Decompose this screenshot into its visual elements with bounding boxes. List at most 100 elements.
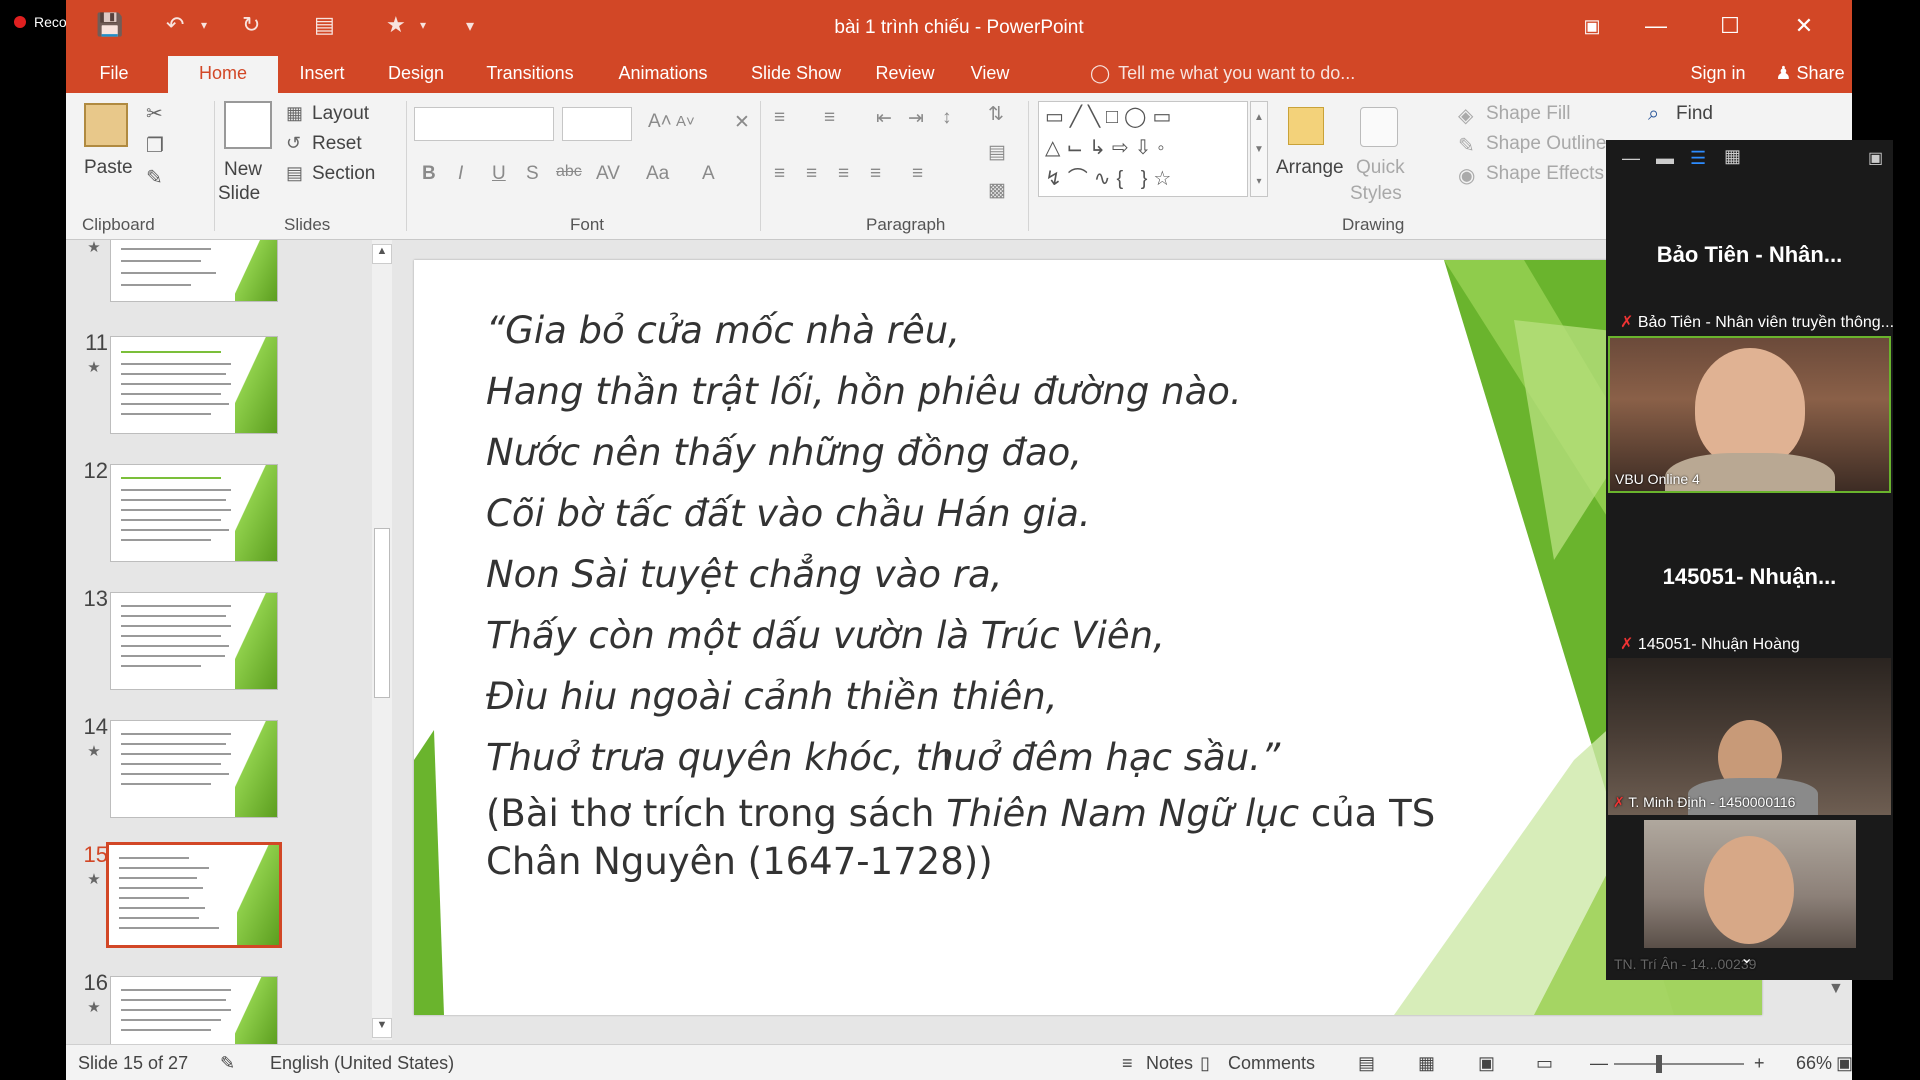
zoom-slider[interactable]	[1614, 1063, 1744, 1065]
new-slide-label-1[interactable]: New	[224, 159, 262, 181]
slide-show-icon[interactable]: ▭	[1536, 1053, 1553, 1074]
sign-in-link[interactable]: Sign in	[1678, 56, 1758, 93]
grow-font-icon[interactable]: A˄	[648, 111, 672, 133]
tab-design[interactable]: Design	[366, 56, 466, 93]
notes-button[interactable]: Notes	[1146, 1053, 1193, 1074]
fit-slide-icon[interactable]: ▣	[1836, 1053, 1852, 1074]
slide-thumbnail-15[interactable]	[106, 842, 282, 948]
speaker-view-icon[interactable]: ☰	[1690, 148, 1706, 169]
text-direction-icon[interactable]: ⇅	[988, 103, 1004, 126]
gallery-view-icon[interactable]: ▦	[1724, 146, 1741, 167]
reset-button[interactable]: Reset	[312, 133, 362, 155]
slide-sorter-icon[interactable]: ▦	[1418, 1053, 1435, 1074]
ribbon-display-icon[interactable]: ▣	[1562, 8, 1622, 44]
zoom-level[interactable]: 66%	[1796, 1053, 1832, 1074]
paste-icon[interactable]	[84, 103, 128, 147]
bullets-icon[interactable]: ≡	[774, 107, 785, 129]
justify-icon[interactable]: ≡	[870, 163, 881, 185]
cut-icon[interactable]: ✂	[146, 101, 163, 126]
spell-check-icon[interactable]: ✎	[220, 1053, 235, 1074]
scroll-up-icon[interactable]: ▲	[372, 244, 392, 264]
hide-video-icon[interactable]: ▬	[1656, 148, 1674, 169]
tab-file[interactable]: File	[74, 56, 154, 93]
new-slide-label-2[interactable]: Slide	[218, 183, 260, 205]
tab-slide-show[interactable]: Slide Show	[732, 56, 860, 93]
bold-icon[interactable]: B	[422, 163, 436, 185]
thumbnail-scrollbar[interactable]: ▲ ▼	[372, 240, 392, 1040]
tab-home[interactable]: Home	[168, 56, 278, 93]
next-slide-icon[interactable]: ▼	[1828, 980, 1844, 998]
columns-icon[interactable]: ≡	[912, 163, 923, 185]
share-button[interactable]: ♟ Share	[1760, 56, 1852, 93]
shape-outline-button[interactable]: Shape Outline	[1486, 133, 1606, 155]
maximize-button[interactable]: ☐	[1700, 8, 1760, 44]
new-slide-icon[interactable]	[224, 101, 272, 149]
line-spacing-icon[interactable]: ↕	[942, 107, 952, 129]
font-color-icon[interactable]: A	[702, 163, 715, 185]
align-left-icon[interactable]: ≡	[774, 163, 785, 185]
numbering-icon[interactable]: ≡	[824, 107, 835, 129]
normal-view-icon[interactable]: ▤	[1358, 1053, 1375, 1074]
poem-text[interactable]: “Gia bỏ cửa mốc nhà rêu, Hang thần trật …	[486, 300, 1280, 788]
comments-button[interactable]: Comments	[1228, 1053, 1315, 1074]
quick-styles-label-2[interactable]: Styles	[1350, 183, 1402, 205]
scroll-thumb[interactable]	[374, 528, 390, 698]
arrange-button[interactable]: Arrange	[1276, 157, 1344, 179]
smartart-icon[interactable]: ▩	[988, 179, 1006, 202]
slide-canvas[interactable]: “Gia bỏ cửa mốc nhà rêu, Hang thần trật …	[414, 260, 1762, 1015]
zoom-out-icon[interactable]: —	[1590, 1053, 1608, 1074]
section-button[interactable]: Section	[312, 163, 375, 185]
shrink-font-icon[interactable]: A˅	[676, 113, 695, 130]
slide-thumbnail-12[interactable]	[110, 464, 278, 562]
close-button[interactable]: ✕	[1774, 8, 1834, 44]
slide-thumbnail-16[interactable]	[110, 976, 278, 1046]
decrease-indent-icon[interactable]: ⇤	[876, 107, 892, 130]
italic-icon[interactable]: I	[458, 163, 463, 185]
quick-styles-label-1[interactable]: Quick	[1356, 157, 1405, 179]
minimize-button[interactable]: —	[1626, 8, 1686, 44]
increase-indent-icon[interactable]: ⇥	[908, 107, 924, 130]
reading-view-icon[interactable]: ▣	[1478, 1053, 1495, 1074]
font-name-combo[interactable]	[414, 107, 554, 141]
shadow-icon[interactable]: S	[526, 163, 539, 185]
tab-view[interactable]: View	[950, 56, 1030, 93]
strikethrough-icon[interactable]: abc	[556, 163, 582, 181]
change-case-icon[interactable]: Aa	[646, 163, 669, 185]
shape-effects-button[interactable]: Shape Effects	[1486, 163, 1604, 185]
align-text-icon[interactable]: ▤	[988, 141, 1006, 164]
slide-thumbnail-11[interactable]	[110, 336, 278, 434]
tab-insert[interactable]: Insert	[278, 56, 366, 93]
shapes-scroll[interactable]: ▲ ▼ ▾	[1250, 101, 1268, 197]
copy-icon[interactable]: ❐	[146, 133, 164, 158]
shapes-gallery[interactable]: ▭╱╲□◯▭ △⌙↳⇨⇩◦ ↯⌒∿{ }☆	[1038, 101, 1248, 197]
format-painter-icon[interactable]: ✎	[146, 165, 163, 190]
slide-thumbnail-14[interactable]	[110, 720, 278, 818]
tell-me-box[interactable]: ◯ Tell me what you want to do...	[1090, 56, 1355, 93]
tab-transitions[interactable]: Transitions	[466, 56, 594, 93]
scroll-down-icon[interactable]: ⌄	[1740, 948, 1753, 968]
minimize-panel-icon[interactable]: —	[1622, 148, 1640, 169]
arrange-icon[interactable]	[1288, 107, 1324, 145]
layout-button[interactable]: Layout	[312, 103, 369, 125]
zoom-in-icon[interactable]: +	[1754, 1053, 1765, 1074]
tab-review[interactable]: Review	[860, 56, 950, 93]
video-tile[interactable]: ✗ T. Minh Định - 1450000116	[1608, 658, 1891, 815]
language-indicator[interactable]: English (United States)	[270, 1053, 454, 1074]
paste-button[interactable]: Paste	[84, 157, 133, 179]
slide-thumbnail-13[interactable]	[110, 592, 278, 690]
underline-icon[interactable]: U	[492, 163, 506, 185]
find-button[interactable]: Find	[1676, 103, 1713, 125]
shape-fill-button[interactable]: Shape Fill	[1486, 103, 1571, 125]
quick-styles-icon[interactable]	[1360, 107, 1398, 147]
tab-animations[interactable]: Animations	[594, 56, 732, 93]
align-center-icon[interactable]: ≡	[806, 163, 817, 185]
notes-icon[interactable]: ≡	[1122, 1053, 1133, 1074]
align-right-icon[interactable]: ≡	[838, 163, 849, 185]
font-size-combo[interactable]	[562, 107, 632, 141]
scroll-down-icon[interactable]: ▼	[372, 1018, 392, 1038]
video-tile[interactable]: VBU Online 4	[1608, 336, 1891, 493]
zoom-slider-thumb[interactable]	[1656, 1055, 1662, 1073]
comments-icon[interactable]: ▯	[1200, 1053, 1210, 1074]
video-tile[interactable]	[1644, 820, 1856, 948]
char-spacing-icon[interactable]: AV	[596, 163, 620, 185]
